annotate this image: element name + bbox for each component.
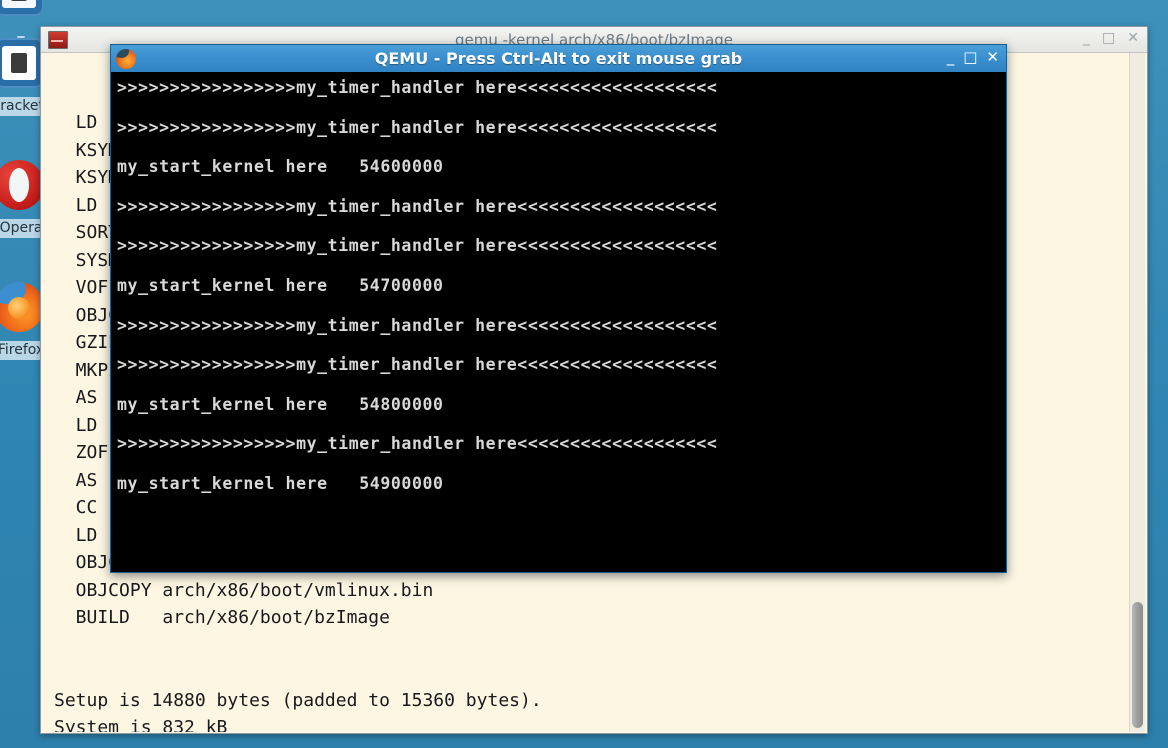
qemu-window[interactable]: QEMU - Press Ctrl-Alt to exit mouse grab… (110, 44, 1007, 573)
terminal-output-line: System is 832 kB (54, 717, 228, 732)
minimize-icon[interactable]: _ (1083, 29, 1090, 47)
terminal-output-line: Setup is 14880 bytes (padded to 15360 by… (54, 689, 542, 711)
qemu-console-line: my_start_kernel here 54900000 (117, 473, 444, 493)
terminal-build-line: BUILD arch/x86/boot/bzImage (54, 607, 390, 628)
qemu-console-line: >>>>>>>>>>>>>>>>>my_timer_handler here<<… (117, 196, 718, 216)
terminal-window-controls[interactable]: _ □ ✕ (1083, 29, 1139, 47)
qemu-console-line: my_start_kernel here 54700000 (117, 275, 444, 295)
terminal-build-line: OBJCOPY arch/x86/boot/vmlinux.bin (54, 579, 434, 601)
qemu-console[interactable]: >>>>>>>>>>>>>>>>>my_timer_handler here<<… (111, 72, 1006, 571)
qemu-console-line: >>>>>>>>>>>>>>>>>my_timer_handler here<<… (117, 117, 718, 137)
qemu-console-line: my_start_kernel here 54800000 (117, 394, 444, 414)
terminal-scrollbar[interactable] (1129, 53, 1145, 732)
qemu-console-line: >>>>>>>>>>>>>>>>>my_timer_handler here<<… (117, 355, 718, 375)
qemu-console-line: >>>>>>>>>>>>>>>>>my_timer_handler here<<… (117, 434, 718, 454)
qemu-minimize-icon[interactable]: _ (947, 48, 955, 66)
qemu-window-title: QEMU - Press Ctrl-Alt to exit mouse grab (374, 49, 743, 68)
maximize-icon[interactable]: □ (1102, 29, 1115, 47)
terminal-scrollbar-thumb[interactable] (1132, 602, 1143, 728)
qemu-console-line: >>>>>>>>>>>>>>>>>my_timer_handler here<<… (117, 78, 718, 97)
close-icon[interactable]: ✕ (1127, 29, 1139, 47)
app-icon (0, 0, 48, 20)
terminal-output-lines: Setup is 14880 bytes (padded to 15360 by… (54, 687, 1130, 733)
qemu-console-line: >>>>>>>>>>>>>>>>>my_timer_handler here<<… (117, 236, 718, 256)
qemu-console-line: >>>>>>>>>>>>>>>>>my_timer_handler here<<… (117, 315, 718, 335)
qemu-console-line: my_start_kernel here 54600000 (117, 157, 444, 177)
qemu-window-controls[interactable]: _ □ ✕ (947, 48, 999, 66)
qemu-close-icon[interactable]: ✕ (986, 48, 999, 66)
qemu-maximize-icon[interactable]: □ (963, 48, 977, 66)
qemu-titlebar[interactable]: QEMU - Press Ctrl-Alt to exit mouse grab… (111, 45, 1006, 73)
desktop: Brackets Opera Firefox qemu -kernel arch… (0, 0, 1168, 748)
